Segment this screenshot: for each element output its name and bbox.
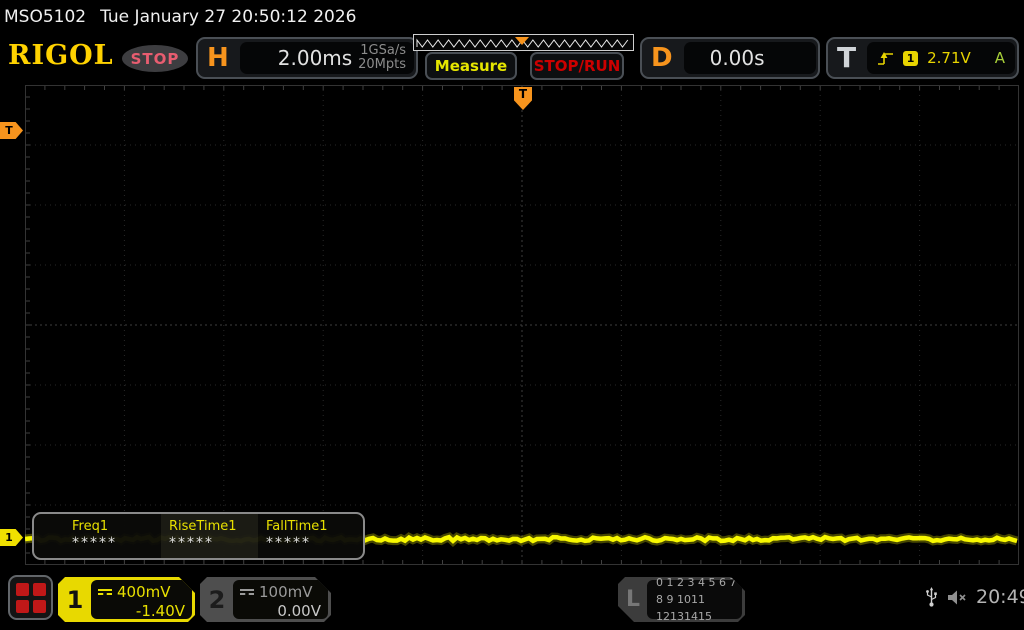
channel2-number: 2 [200, 577, 234, 622]
measurement-popup: Freq1 ***** RiseTime1 ***** FallTime1 **… [32, 512, 365, 560]
rising-edge-icon [877, 51, 894, 66]
measurement-item-falltime[interactable]: FallTime1 ***** [258, 514, 355, 558]
acquisition-info: 1GSa/s 20Mpts [358, 44, 414, 73]
model-name: MSO5102 [4, 7, 86, 27]
clock: 20:49 [976, 586, 1024, 608]
stop-run-button[interactable]: STOP/RUN [530, 52, 624, 80]
delay-settings-block[interactable]: D 0.00s [640, 37, 820, 79]
measurement-label: FallTime1 [266, 519, 355, 534]
run-state-badge: STOP [122, 45, 188, 72]
dc-coupling-icon [98, 589, 112, 595]
horizontal-label: H [198, 45, 238, 71]
measure-button-label: Measure [435, 57, 507, 75]
menu-grid-dot [16, 600, 29, 613]
channel2-badge[interactable]: 2 100mV 0.00V [200, 577, 331, 622]
menu-grid-dot [33, 600, 46, 613]
logic-analyzer-label: L [618, 577, 648, 622]
dc-coupling-icon [240, 589, 254, 595]
channel1-number: 1 [58, 577, 92, 622]
timebase-value: 2.00ms [240, 46, 352, 70]
trigger-mode: A [995, 49, 1005, 67]
measurement-value: ***** [266, 535, 355, 551]
measurement-item-freq[interactable]: Freq1 ***** [64, 514, 161, 558]
memory-zigzag [414, 36, 631, 50]
measure-button[interactable]: Measure [425, 52, 517, 80]
channel1-ground-marker[interactable]: 1 [0, 529, 23, 546]
channel1-offset: -1.40V [98, 602, 185, 620]
logic-channels-row2: 8 9 1011 12131415 [656, 591, 742, 625]
oscilloscope-screen: MSO5102 Tue January 27 20:50:12 2026 RIG… [0, 0, 1024, 630]
waveform-memory-bar[interactable] [413, 34, 634, 51]
stop-run-button-label: STOP/RUN [534, 57, 621, 75]
channel1-scale: 400mV [117, 583, 171, 601]
measurement-value: ***** [169, 535, 258, 551]
speaker-muted-icon [946, 589, 968, 606]
channel1-info: 400mV -1.40V [91, 580, 192, 619]
datetime: Tue January 27 20:50:12 2026 [100, 7, 356, 27]
channel2-scale: 100mV [259, 583, 313, 601]
delay-value: 0.00s [684, 46, 765, 70]
delay-inner: 0.00s [684, 42, 816, 74]
menu-grid-dot [16, 583, 29, 596]
horizontal-inner: 2.00ms 1GSa/s 20Mpts [240, 42, 414, 74]
trigger-label: T [828, 44, 865, 72]
trigger-inner: 1 2.71V A [867, 42, 1015, 74]
measurement-value: ***** [72, 535, 161, 551]
measurement-item-risetime[interactable]: RiseTime1 ***** [161, 514, 258, 558]
title-bar: MSO5102 Tue January 27 20:50:12 2026 [4, 4, 356, 30]
trigger-level-marker[interactable]: T [0, 122, 23, 139]
trigger-level-marker-label: T [5, 124, 13, 137]
logic-channels: 0 1 2 3 4 5 6 7 8 9 1011 12131415 [647, 580, 742, 619]
menu-grid-icon[interactable] [8, 575, 53, 620]
measurement-label: Freq1 [72, 519, 161, 534]
logic-channels-row1: 0 1 2 3 4 5 6 7 [656, 574, 742, 591]
waveform-display[interactable] [25, 85, 1019, 565]
logic-analyzer-badge[interactable]: L 0 1 2 3 4 5 6 7 8 9 1011 12131415 [618, 577, 745, 622]
menu-grid-dot [33, 583, 46, 596]
graticule-grid [25, 85, 1019, 565]
channel1-ground-marker-label: 1 [5, 531, 13, 544]
trigger-level-value: 2.71V [927, 49, 971, 67]
delay-label: D [642, 45, 682, 71]
measurement-label: RiseTime1 [169, 519, 258, 534]
channel2-offset: 0.00V [240, 602, 321, 620]
channel2-info: 100mV 0.00V [233, 580, 328, 619]
trigger-source-badge: 1 [903, 51, 918, 66]
trigger-position-marker-label: T [519, 87, 527, 101]
memory-depth: 20Mpts [358, 57, 406, 72]
sample-rate: 1GSa/s [360, 43, 406, 58]
trigger-settings-block[interactable]: T 1 2.71V A [826, 37, 1019, 79]
usb-icon [925, 586, 938, 608]
horizontal-settings-block[interactable]: H 2.00ms 1GSa/s 20Mpts [196, 37, 418, 79]
rigol-logo: RIGOL [8, 40, 114, 71]
channel1-badge[interactable]: 1 400mV -1.40V [58, 577, 195, 622]
